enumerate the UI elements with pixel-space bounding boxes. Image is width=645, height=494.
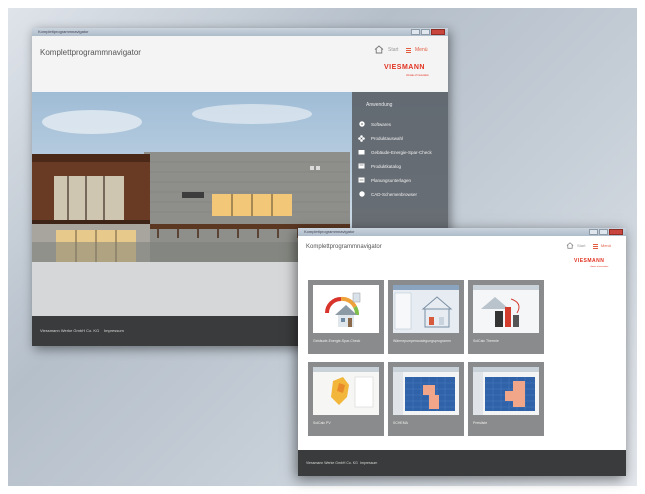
solar-pv-thumbnail [313, 367, 379, 415]
app-footer: Viessmann Werke GmbH Co. KG Impressum [298, 450, 626, 476]
menu-link[interactable]: Menü [601, 243, 611, 248]
tile-label: Gebäude-Energie-Spar-Check [313, 339, 361, 343]
app-header: Komplettprogrammnavigator Start Menü VIE… [32, 36, 448, 92]
tile-label: SCHEMA [393, 421, 408, 425]
menu-icon[interactable] [406, 48, 411, 53]
logo-tagline: climate of innovation [590, 266, 609, 268]
logo-tagline: climate of innovation [406, 74, 429, 77]
footer-impressum-link[interactable]: Impressum [360, 461, 377, 465]
menu-item-cad-schemenbrowser[interactable]: CAD-Schemenbrowser [358, 190, 417, 198]
puzzle-icon [358, 134, 365, 142]
tile-solcalc-pv[interactable]: SolCalc PV [308, 362, 384, 436]
tile-preisliste[interactable]: Preislistе [468, 362, 544, 436]
back-window-titlebar: Komplettprogrammnavigator [32, 28, 448, 36]
tile-label: SolCalc PV [313, 421, 331, 425]
tile-energie-spar-check[interactable]: Gebäude-Energie-Spar-Check [308, 280, 384, 354]
footer-company: Viessmann Werke GmbH Co. KG [306, 461, 358, 465]
menu-item-label: Produktauswahl [371, 135, 404, 141]
menu-item-produktkatalog[interactable]: Produktkatalog [358, 162, 401, 170]
side-menu: Anwendung Softwares Produktauswahl Gebäu… [352, 92, 448, 232]
schema-thumbnail [393, 367, 459, 415]
close-button[interactable] [609, 229, 623, 235]
menu-item-softwares[interactable]: Softwares [358, 120, 391, 128]
menu-item-label: Planungsunterlagen [371, 177, 412, 183]
app-header: Komplettprogrammnavigator Start Menü VIE… [298, 236, 626, 276]
menu-item-planungsunterlagen[interactable]: Planungsunterlagen [358, 176, 411, 184]
home-icon[interactable] [566, 242, 574, 249]
menu-icon[interactable] [593, 244, 598, 249]
front-window-titlebar: Komplettprogrammnavigator [298, 228, 626, 236]
start-link[interactable]: Start [577, 243, 585, 248]
tile-schema[interactable]: SCHEMA [388, 362, 464, 436]
tile-label: Wärmepumpenauslegungsprogramm [393, 339, 451, 343]
maximize-button[interactable] [421, 29, 430, 35]
footer-company: Viessmann Werke GmbH Co. KG [40, 328, 100, 333]
start-link[interactable]: Start [388, 47, 399, 53]
tile-label: SolCalc Thermie [473, 339, 499, 343]
menu-item-energie-spar-check[interactable]: Gebäude-Energie-Spar-Check [358, 148, 432, 156]
solar-thermal-thumbnail [473, 285, 539, 333]
tile-solcalc-thermie[interactable]: SolCalc Thermie [468, 280, 544, 354]
catalog-icon [358, 163, 365, 170]
house-energy-thumbnail [313, 285, 379, 333]
footer-impressum-link[interactable]: Impressum [104, 328, 124, 333]
minimize-button[interactable] [589, 229, 598, 235]
cad-icon [358, 191, 365, 198]
viessmann-logo: VIESMANN [574, 258, 605, 264]
app-title: Komplettprogrammnavigator [40, 48, 141, 57]
heat-pump-thumbnail [393, 285, 459, 333]
front-window: Komplettprogrammnavigator Komplettprogra… [298, 228, 626, 476]
side-menu-heading: Anwendung [366, 102, 393, 108]
menu-item-label: Gebäude-Energie-Spar-Check [371, 149, 432, 155]
viessmann-logo: VIESMANN [384, 64, 425, 71]
disc-icon [358, 121, 365, 128]
window-controls [589, 229, 623, 235]
menu-item-label: Softwares [371, 121, 392, 127]
documents-icon [358, 177, 365, 184]
close-button[interactable] [431, 29, 445, 35]
home-icon[interactable] [374, 45, 384, 54]
tile-label: Preislistе [473, 421, 488, 425]
house-icon [358, 149, 365, 156]
menu-link[interactable]: Menü [415, 47, 428, 53]
window-tab-title: Komplettprogrammnavigator [38, 29, 89, 34]
window-controls [411, 29, 445, 35]
menu-item-label: CAD-Schemenbrowser [371, 191, 418, 197]
app-title: Komplettprogrammnavigator [306, 244, 382, 250]
price-list-thumbnail [473, 367, 539, 415]
menu-item-label: Produktkatalog [371, 163, 402, 169]
maximize-button[interactable] [599, 229, 608, 235]
minimize-button[interactable] [411, 29, 420, 35]
menu-item-produktauswahl[interactable]: Produktauswahl [358, 134, 403, 142]
window-tab-title: Komplettprogrammnavigator [304, 229, 355, 234]
tile-waermepumpe[interactable]: Wärmepumpenauslegungsprogramm [388, 280, 464, 354]
